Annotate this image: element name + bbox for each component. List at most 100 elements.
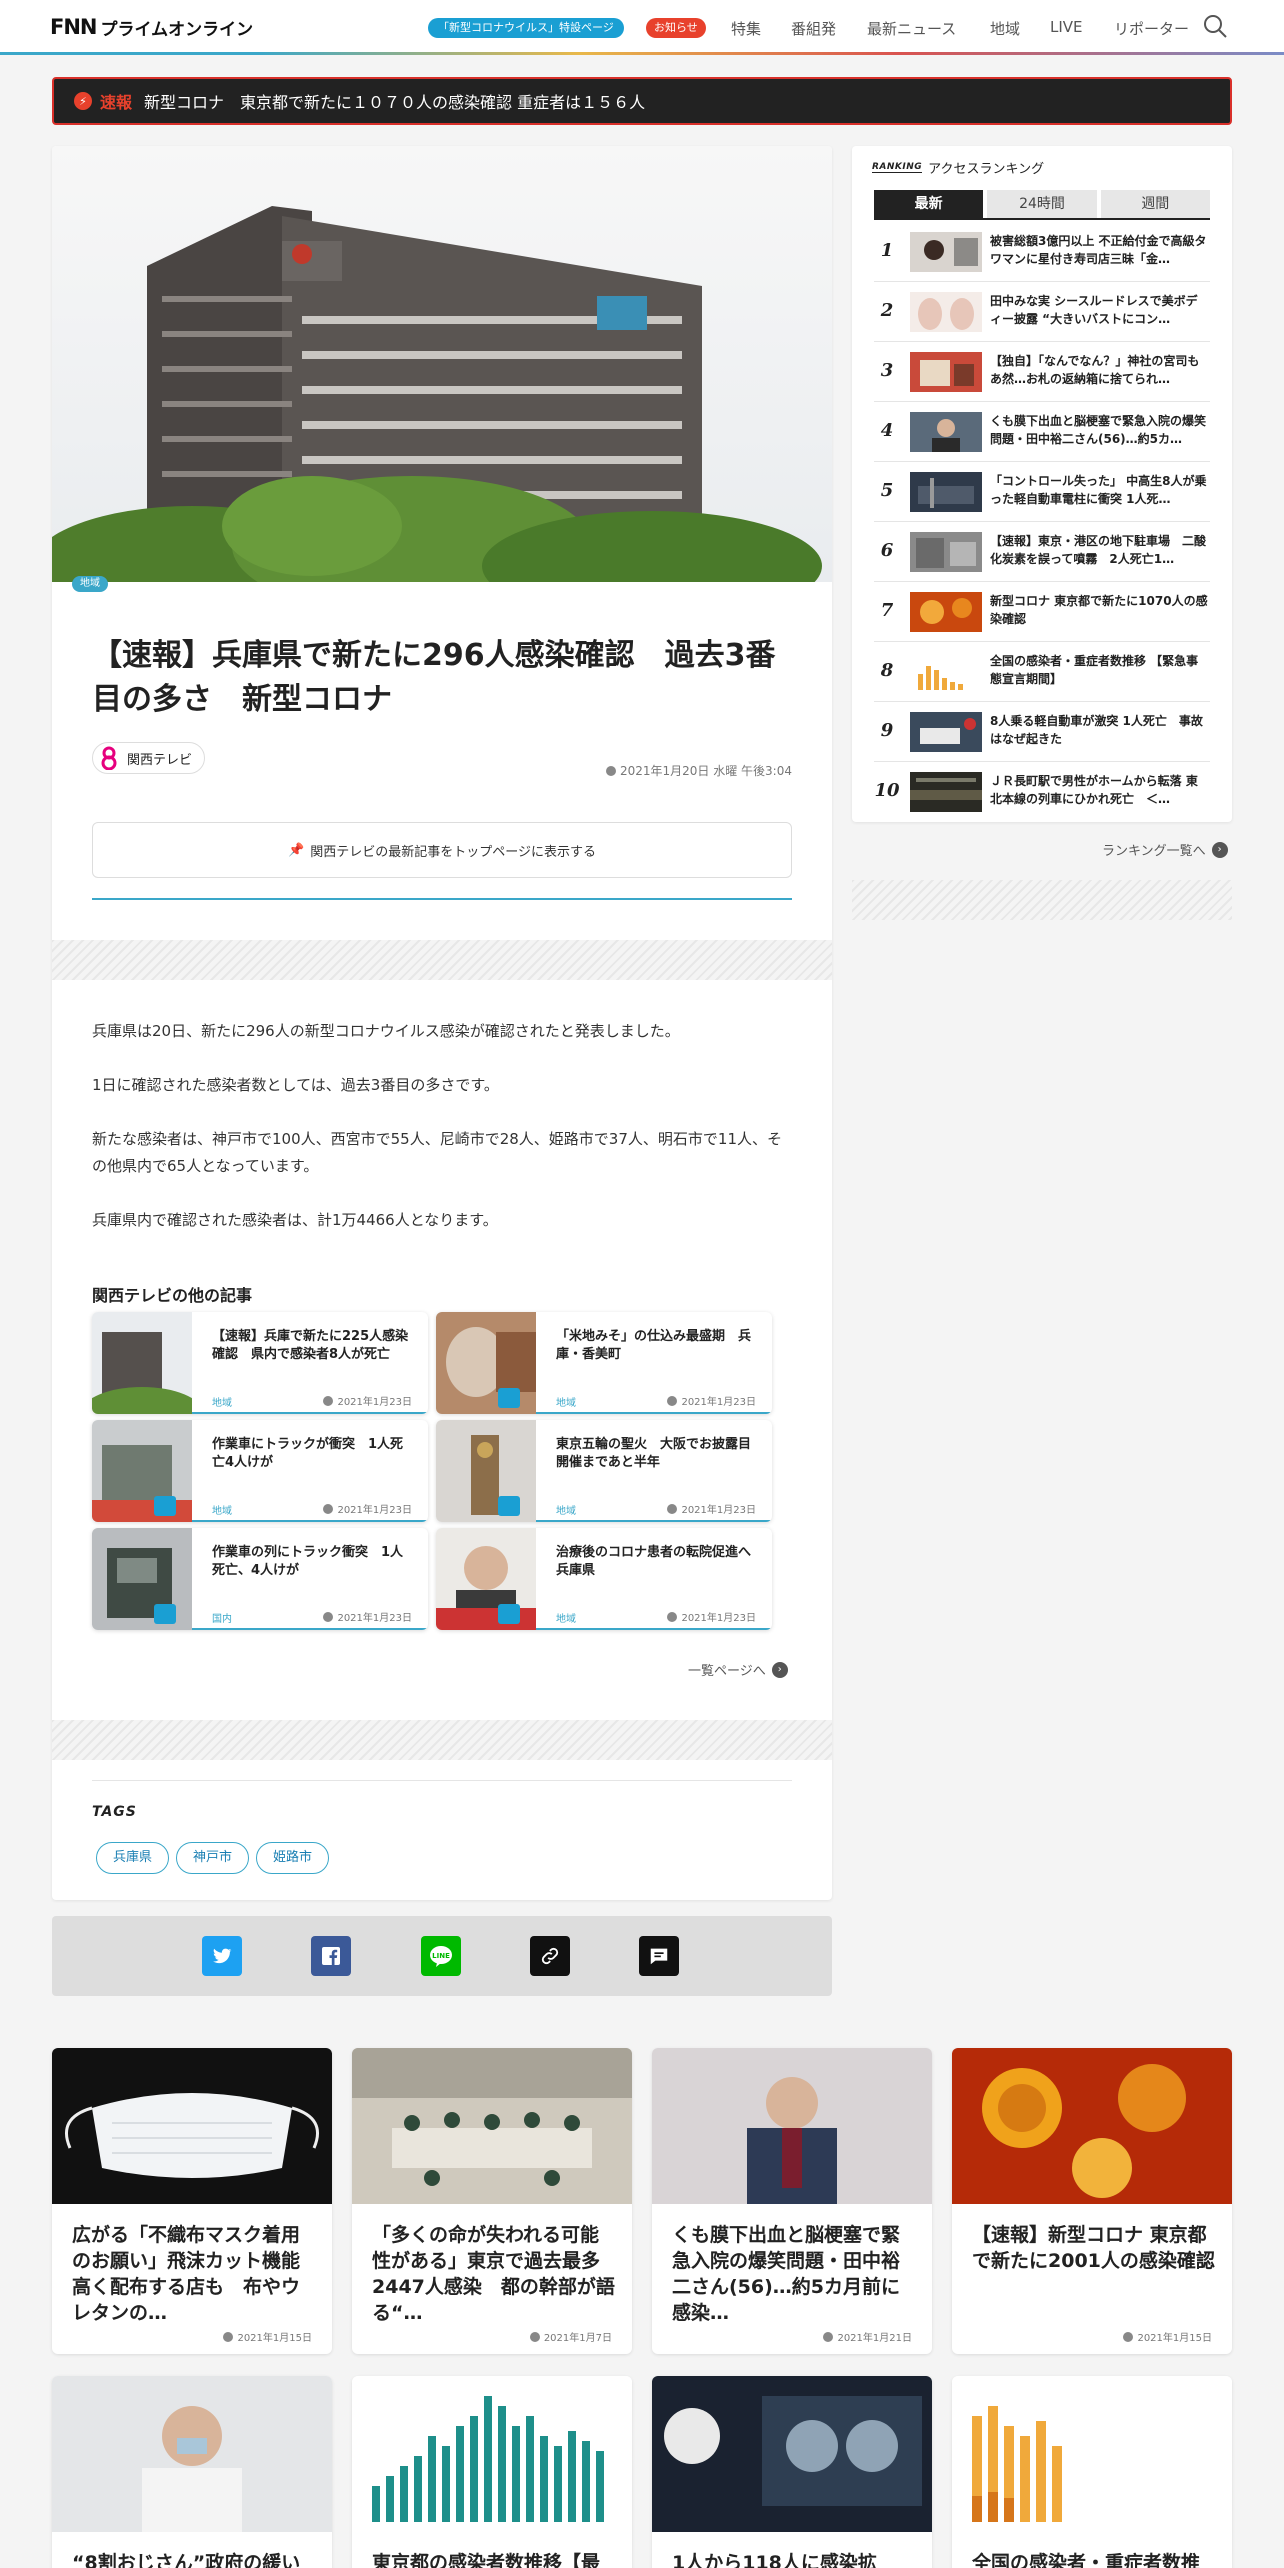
- ranking-thumb: [910, 472, 982, 512]
- tag-hyogo[interactable]: 兵庫県: [96, 1842, 170, 1874]
- related-date: 2021年1月23日: [667, 1393, 756, 1408]
- card-title: 広がる「不織布マスク着用のお願い」飛沫カット機能高く配布する店も 布やウレタンの…: [72, 2224, 301, 2324]
- video-icon: [498, 1604, 520, 1624]
- source-name: 関西テレビ: [127, 752, 193, 768]
- site-logo[interactable]: FNN プライムオンライン: [50, 15, 253, 40]
- ranking-text: 「コントロール失った」 中高生8人が乗った軽自動車電柱に衝突 1人死…: [990, 474, 1207, 506]
- tab-24h[interactable]: 24時間: [987, 190, 1097, 218]
- tag-himeji[interactable]: 姫路市: [256, 1842, 330, 1874]
- related-title: 治療後のコロナ患者の転院促進へ 兵庫県: [556, 1545, 765, 1578]
- clock-icon: [667, 1612, 678, 1622]
- ad-placeholder: [52, 940, 832, 980]
- related-title: 【速報】兵庫で新たに225人感染確認 県内で感染者8人が死亡: [212, 1329, 409, 1362]
- related-article[interactable]: 「米地みそ」の仕込み最盛期 兵庫・香美町 地域 2021年1月23日: [436, 1312, 772, 1414]
- news-card[interactable]: 広がる「不織布マスク着用のお願い」飛沫カット機能高く配布する店も 布やウレタンの…: [52, 2048, 332, 2354]
- tab-underline: [874, 218, 1210, 220]
- tags-heading: TAGS: [92, 1804, 137, 1820]
- ranking-item[interactable]: 1 被害総額3億円以上 不正給付金で高級タワマンに星付き寿司店三昧「金…: [874, 222, 1210, 282]
- list-page-link[interactable]: 一覧ページへ ›: [688, 1660, 788, 1679]
- category-badge[interactable]: 地域: [72, 576, 108, 592]
- ranking-thumb: [910, 772, 982, 812]
- rank-number: 4: [880, 420, 894, 441]
- nav-reporter[interactable]: リポーター: [1114, 18, 1189, 39]
- line-icon[interactable]: LINE: [421, 1936, 461, 1976]
- facebook-icon[interactable]: [311, 1936, 351, 1976]
- ranking-list-link[interactable]: ランキング一覧へ ›: [1102, 840, 1228, 859]
- logo-fnn: FNN: [50, 15, 97, 39]
- rank-number: 6: [880, 540, 894, 561]
- ranking-text: 【独自】「なんでなん？」神社の宮司もあ然…お札の返納箱に捨てられ…: [990, 354, 1200, 386]
- news-card[interactable]: 1人から118人に感染拡: [652, 2376, 932, 2568]
- related-article[interactable]: 治療後のコロナ患者の転院促進へ 兵庫県 地域 2021年1月23日: [436, 1528, 772, 1630]
- related-underline: [192, 1412, 428, 1414]
- card-date: 2021年1月15日: [1123, 2329, 1212, 2344]
- source-badge[interactable]: 関西テレビ: [92, 742, 206, 774]
- related-underline: [192, 1628, 428, 1630]
- chevron-right-icon: ›: [771, 1661, 788, 1678]
- ranking-item[interactable]: 3 【独自】「なんでなん？」神社の宮司もあ然…お札の返納箱に捨てられ…: [874, 342, 1210, 402]
- related-article[interactable]: 作業車の列にトラック衝突 1人死亡、4人けが 国内 2021年1月23日: [92, 1528, 428, 1630]
- nav-features[interactable]: 特集: [731, 18, 761, 39]
- card-image: [652, 2376, 932, 2532]
- card-title: くも膜下出血と脳梗塞で緊急入院の爆笑問題・田中裕二さん(56)…約5カ月前に感染…: [672, 2224, 901, 2324]
- card-image: [952, 2376, 1232, 2532]
- tab-latest[interactable]: 最新: [874, 190, 984, 218]
- news-card[interactable]: 「多くの命が失われる可能性がある」東京で過去最多2447人感染 都の幹部が語る“…: [352, 2048, 632, 2354]
- related-thumb: [436, 1420, 536, 1522]
- other-articles-heading: 関西テレビの他の記事: [92, 1286, 253, 1305]
- related-title: 東京五輪の聖火 大阪でお披露目 開催まであと半年: [556, 1437, 765, 1470]
- news-card[interactable]: 東京都の感染者数推移【最: [352, 2376, 632, 2568]
- related-title: 作業車の列にトラック衝突 1人死亡、4人けが: [212, 1545, 404, 1578]
- related-article[interactable]: 【速報】兵庫で新たに225人感染確認 県内で感染者8人が死亡 地域 2021年1…: [92, 1312, 428, 1414]
- ranking-item[interactable]: 7 新型コロナ 東京都で新たに1070人の感染確認: [874, 582, 1210, 642]
- news-card[interactable]: “8割おじさん”政府の緩い: [52, 2376, 332, 2568]
- related-article[interactable]: 作業車にトラックが衝突 1人死亡4人けが 地域 2021年1月23日: [92, 1420, 428, 1522]
- tag-kobe[interactable]: 神戸市: [176, 1842, 250, 1874]
- breaking-news-bar[interactable]: ⚡ 速報 新型コロナ 東京都で新たに１０７０人の感染確認 重症者は１５６人: [52, 77, 1232, 125]
- ranking-thumb: [910, 532, 982, 572]
- search-icon[interactable]: [1202, 13, 1228, 39]
- copy-link-icon[interactable]: [530, 1936, 570, 1976]
- ranking-item[interactable]: 5 「コントロール失った」 中高生8人が乗った軽自動車電柱に衝突 1人死…: [874, 462, 1210, 522]
- tab-weekly[interactable]: 週間: [1100, 190, 1210, 218]
- comment-icon[interactable]: [639, 1936, 679, 1976]
- pin-icon: 📌: [288, 842, 305, 858]
- related-category: 地域: [556, 1506, 576, 1517]
- pin-to-top-button[interactable]: 📌 関西テレビの最新記事をトップページに表示する: [92, 822, 792, 878]
- card-date: 2021年1月15日: [223, 2329, 312, 2344]
- twitter-icon[interactable]: [202, 1936, 242, 1976]
- card-image: [52, 2376, 332, 2532]
- rank-number: 1: [880, 240, 894, 261]
- related-article[interactable]: 東京五輪の聖火 大阪でお披露目 開催まであと半年 地域 2021年1月23日: [436, 1420, 772, 1522]
- news-card[interactable]: 【速報】新型コロナ 東京都で新たに2001人の感染確認 2021年1月15日: [952, 2048, 1232, 2354]
- news-card[interactable]: くも膜下出血と脳梗塞で緊急入院の爆笑問題・田中裕二さん(56)…約5カ月前に感染…: [652, 2048, 932, 2354]
- related-category: 地域: [556, 1614, 576, 1625]
- ranking-thumb: [910, 232, 982, 272]
- clock-icon: [323, 1396, 334, 1406]
- related-thumb: [92, 1528, 192, 1630]
- related-date-text: 2021年1月23日: [681, 1397, 756, 1408]
- ranking-thumb: [910, 352, 982, 392]
- body-paragraph: 1日に確認された感染者数としては、過去3番目の多さです。: [92, 1076, 499, 1094]
- related-category: 地域: [212, 1506, 232, 1517]
- news-card[interactable]: 全国の感染者・重症者数推: [952, 2376, 1232, 2568]
- ranking-item[interactable]: 6 【速報】東京・港区の地下駐車場 二酸化炭素を誤って噴霧 2人死亡1…: [874, 522, 1210, 582]
- ad-placeholder: [52, 1720, 832, 1760]
- rank-number: 3: [880, 360, 894, 381]
- nav-programs[interactable]: 番組発: [791, 18, 836, 39]
- site-header: FNN プライムオンライン 「新型コロナウイルス」特設ページ お知らせ 特集 番…: [0, 0, 1284, 55]
- ranking-item[interactable]: 10 ＪＲ長町駅で男性がホームから転落 東北本線の列車にひかれ死亡 ＜…: [874, 762, 1210, 822]
- nav-latest-news[interactable]: 最新ニュース: [867, 18, 956, 39]
- ranking-header: RANKING アクセスランキング: [872, 158, 1044, 177]
- card-image: [352, 2048, 632, 2204]
- ranking-item[interactable]: 2 田中みな実 シースルードレスで美ボディー披露 “大きいバストにコン…: [874, 282, 1210, 342]
- nav-region[interactable]: 地域: [990, 18, 1020, 39]
- ranking-item[interactable]: 4 くも膜下出血と脳梗塞で緊急入院の爆笑問題・田中裕二さん(56)…約5カ…: [874, 402, 1210, 462]
- notice-pill[interactable]: お知らせ: [646, 18, 706, 38]
- nav-live[interactable]: LIVE: [1050, 18, 1083, 36]
- ranking-item[interactable]: 8 全国の感染者・重症者数推移 【緊急事態宣言期間】: [874, 642, 1210, 702]
- lightning-icon: ⚡: [74, 92, 92, 110]
- card-date-text: 2021年1月21日: [837, 2333, 912, 2344]
- corona-special-pill[interactable]: 「新型コロナウイルス」特設ページ: [428, 18, 624, 38]
- ranking-item[interactable]: 9 8人乗る軽自動車が激突 1人死亡 事故はなぜ起きた: [874, 702, 1210, 762]
